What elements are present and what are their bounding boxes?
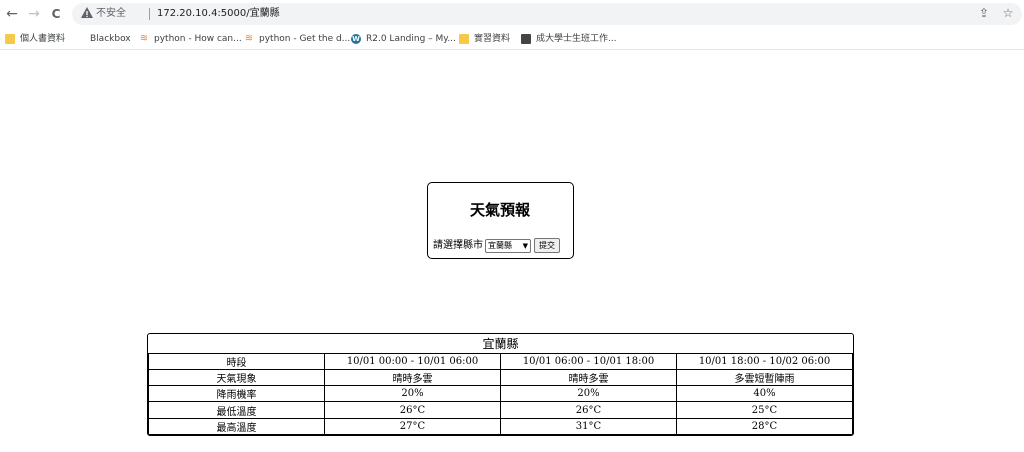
table-cell: 25°C: [676, 401, 853, 419]
table-cell: 多雲短暫陣雨: [676, 369, 853, 387]
row-label: 降雨機率: [148, 385, 325, 403]
bookmark-item[interactable]: ≋ python - How can...: [139, 32, 242, 46]
table-row: 最高溫度 27°C 31°C 28°C: [148, 417, 853, 435]
table-cell: 20%: [324, 385, 501, 403]
warning-icon: [81, 7, 93, 18]
forward-button[interactable]: →: [24, 4, 44, 24]
submit-button[interactable]: 提交: [534, 238, 560, 253]
forecast-table: 宜蘭縣 時段 10/01 00:00 - 10/01 06:00 10/01 0…: [147, 333, 854, 436]
stackoverflow-icon: ≋: [244, 33, 254, 44]
table-cell: 20%: [500, 385, 677, 403]
back-button[interactable]: ←: [2, 4, 22, 24]
period-header: 10/01 00:00 - 10/01 06:00: [324, 352, 501, 371]
url-text[interactable]: 172.20.10.4:5000/宜蘭縣: [157, 7, 280, 21]
bookmark-item[interactable]: W R2.0 Landing – My...: [351, 32, 456, 46]
bookmark-label: 成大學士生班工作...: [536, 34, 617, 44]
period-header: 10/01 18:00 - 10/02 06:00: [676, 352, 853, 371]
reload-button[interactable]: C: [46, 4, 66, 24]
folder-icon: [5, 34, 15, 44]
county-select-label: 請選擇縣市: [433, 239, 483, 251]
bookmarks-bar: 個人書資料 Blackbox ≋ python - How can... ≋ p…: [0, 28, 1024, 50]
bookmark-item[interactable]: ≋ python - Get the d...: [244, 32, 350, 46]
county-select-value: 宜蘭縣: [488, 240, 512, 250]
document-icon: [521, 34, 531, 44]
table-cell: 40%: [676, 385, 853, 403]
bookmark-label: R2.0 Landing – My...: [366, 34, 456, 44]
table-cell: 26°C: [500, 401, 677, 419]
table-row: 最低溫度 26°C 26°C 25°C: [148, 401, 853, 419]
stackoverflow-icon: ≋: [139, 33, 149, 44]
bookmark-item[interactable]: Blackbox: [75, 32, 131, 46]
bookmark-label: 實習資料: [474, 34, 511, 44]
table-row: 天氣現象 晴時多雲 晴時多雲 多雲短暫陣雨: [148, 369, 853, 387]
row-label: 天氣現象: [148, 369, 325, 387]
page-title: 天氣預報: [469, 201, 530, 219]
wordpress-icon: W: [351, 34, 361, 44]
table-cell: 晴時多雲: [500, 369, 677, 387]
not-secure-label[interactable]: 不安全: [96, 7, 126, 21]
county-select-row: 請選擇縣市 宜蘭縣 ▼ 提交: [433, 238, 560, 253]
row-label: 最低溫度: [148, 401, 325, 419]
table-cell: 28°C: [676, 417, 853, 435]
reload-icon: C: [51, 7, 61, 21]
bookmark-label: Blackbox: [90, 34, 131, 44]
period-header: 10/01 06:00 - 10/01 18:00: [500, 352, 677, 371]
bookmark-label: 個人書資料: [20, 34, 66, 44]
omnibox-divider: [149, 8, 150, 20]
address-bar[interactable]: 不安全 172.20.10.4:5000/宜蘭縣 ⇪ ☆: [72, 3, 1022, 25]
blank-icon: [75, 34, 85, 44]
folder-icon: [459, 34, 469, 44]
table-row: 降雨機率 20% 20% 40%: [148, 385, 853, 403]
share-icon[interactable]: ⇪: [977, 6, 991, 20]
table-cell: 31°C: [500, 417, 677, 435]
county-select[interactable]: 宜蘭縣 ▼: [485, 238, 531, 253]
row-label: 時段: [148, 352, 325, 371]
table-caption: 宜蘭縣: [148, 334, 853, 354]
back-arrow-icon: ←: [6, 6, 18, 22]
table-cell: 晴時多雲: [324, 369, 501, 387]
forecast-form: 天氣預報 請選擇縣市 宜蘭縣 ▼ 提交: [427, 182, 574, 259]
table-cell: 26°C: [324, 401, 501, 419]
bookmark-item[interactable]: 個人書資料: [5, 32, 65, 46]
chevron-down-icon: ▼: [522, 241, 528, 250]
bookmark-item[interactable]: 成大學士生班工作...: [521, 32, 617, 46]
bookmark-label: python - Get the d...: [259, 34, 351, 44]
browser-toolbar: ← → C 不安全 172.20.10.4:5000/宜蘭縣 ⇪ ☆: [0, 0, 1024, 28]
table-cell: 27°C: [324, 417, 501, 435]
table-header-row: 時段 10/01 00:00 - 10/01 06:00 10/01 06:00…: [148, 352, 853, 371]
forward-arrow-icon: →: [28, 6, 40, 22]
row-label: 最高溫度: [148, 417, 325, 435]
bookmark-label: python - How can...: [154, 34, 242, 44]
bookmark-star-icon[interactable]: ☆: [1001, 6, 1015, 20]
bookmark-item[interactable]: 實習資料: [459, 32, 510, 46]
